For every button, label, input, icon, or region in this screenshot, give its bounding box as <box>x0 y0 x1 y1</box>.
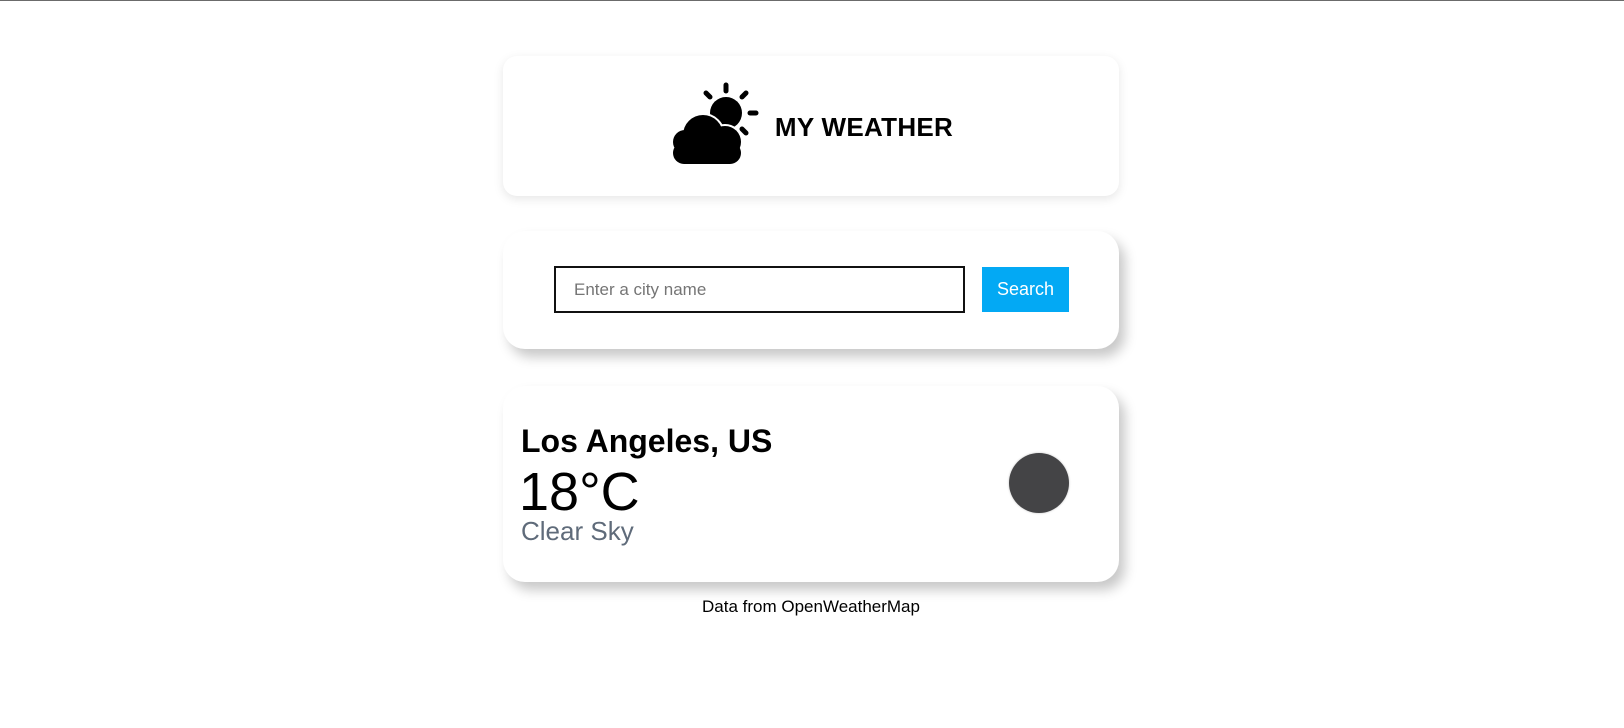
footer-credit: Data from OpenWeatherMap <box>702 597 920 616</box>
header-card: MY WEATHER <box>503 56 1119 196</box>
temperature: 18°C <box>519 462 640 522</box>
sun-behind-cloud-icon <box>670 82 759 166</box>
weather-description: Clear Sky <box>521 516 634 546</box>
search-card: Search <box>503 231 1119 349</box>
city-search-input[interactable] <box>554 266 965 313</box>
weather-condition-icon <box>1009 453 1069 513</box>
city-name: Los Angeles, US <box>521 423 773 459</box>
search-button[interactable]: Search <box>982 267 1069 312</box>
app-title: MY WEATHER <box>774 111 954 142</box>
weather-card: Los Angeles, US 18°C Clear Sky <box>503 386 1119 582</box>
